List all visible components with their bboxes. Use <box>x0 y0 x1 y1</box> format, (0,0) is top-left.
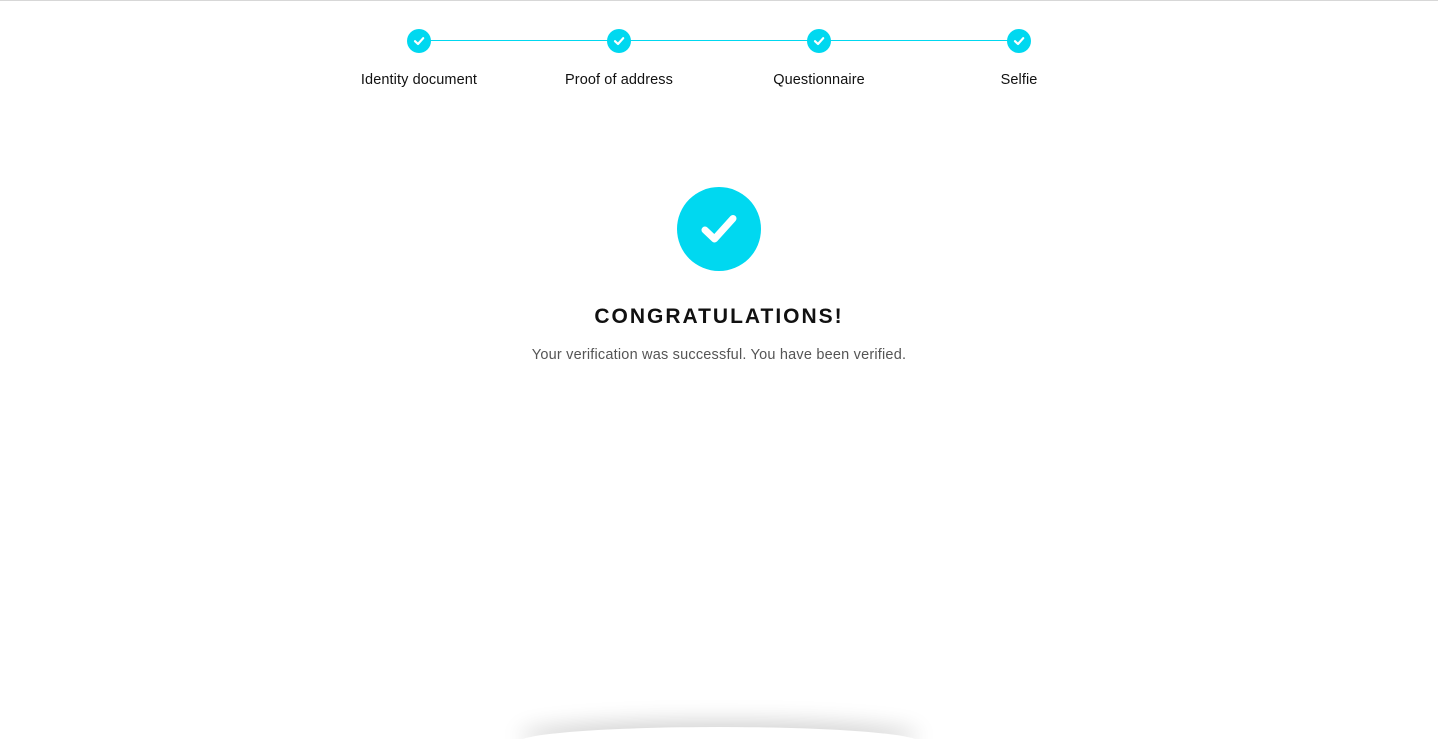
step-label: Questionnaire <box>773 72 865 88</box>
step-label: Proof of address <box>565 72 673 88</box>
progress-stepper: Identity document Proof of address Quest… <box>0 1 1438 111</box>
success-panel: CONGRATULATIONS! Your verification was s… <box>0 187 1438 363</box>
success-message: Your verification was successful. You ha… <box>531 347 907 363</box>
verification-page: Identity document Proof of address Quest… <box>0 0 1438 739</box>
step-label: Selfie <box>1000 72 1038 88</box>
check-icon <box>607 29 631 53</box>
bottom-panel-edge <box>519 727 919 739</box>
check-icon <box>407 29 431 53</box>
check-icon <box>1007 29 1031 53</box>
check-circle-icon <box>677 187 761 271</box>
step-questionnaire: Questionnaire <box>719 29 919 88</box>
step-identity-document: Identity document <box>319 29 519 88</box>
step-selfie: Selfie <box>919 29 1119 88</box>
success-title: CONGRATULATIONS! <box>594 305 844 328</box>
step-proof-of-address: Proof of address <box>519 29 719 88</box>
check-icon <box>807 29 831 53</box>
step-label: Identity document <box>360 72 478 88</box>
